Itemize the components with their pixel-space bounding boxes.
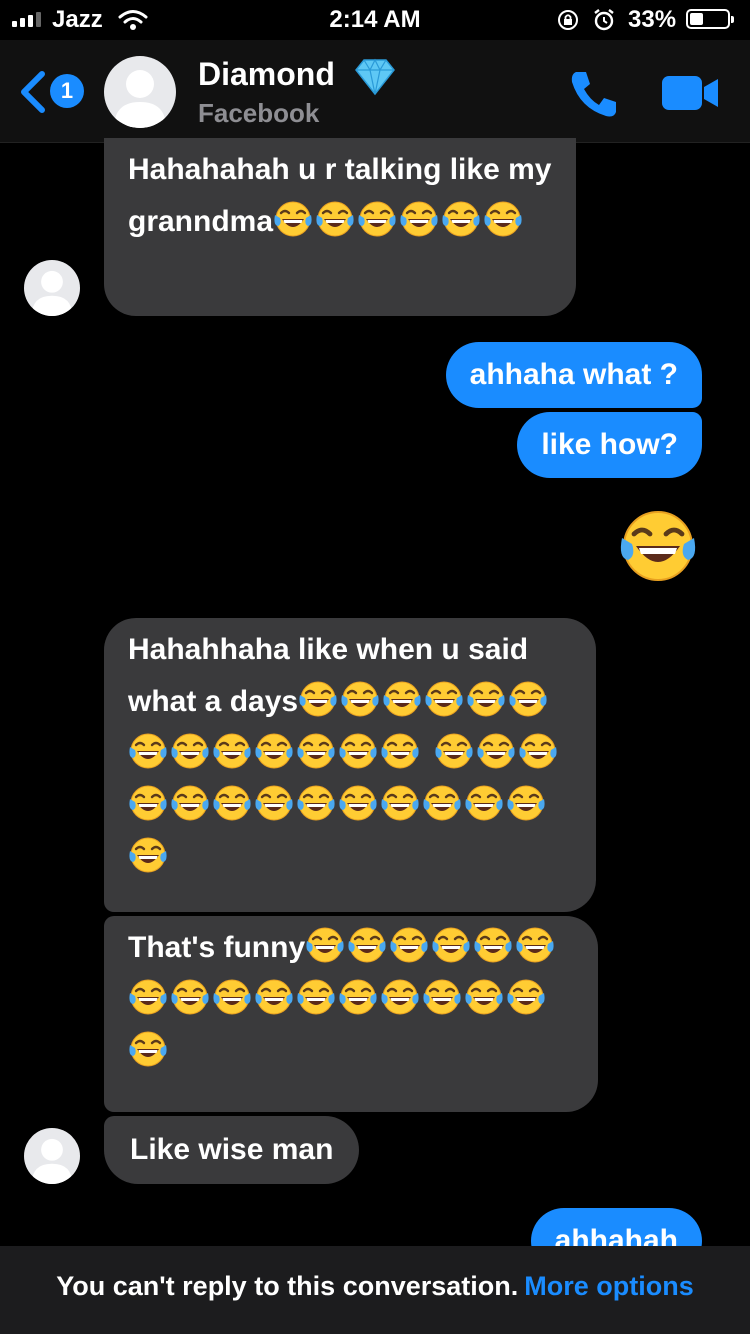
laughing-emoji-icon — [424, 679, 464, 719]
laughing-emoji-icon — [170, 731, 210, 771]
laughing-emoji-icon — [434, 731, 474, 771]
sender-avatar[interactable] — [24, 260, 80, 316]
laughing-emoji-icon — [128, 731, 168, 771]
laughing-emoji-icon — [212, 731, 252, 771]
laughing-emoji-icon — [382, 679, 422, 719]
laughing-emoji-icon — [305, 925, 345, 965]
back-chevron-icon[interactable] — [18, 70, 48, 114]
message-text: Like wise man — [130, 1133, 334, 1166]
laughing-emoji-icon — [338, 977, 378, 1017]
reply-disabled-notice: You can't reply to this conversation. — [56, 1271, 519, 1301]
laughing-emoji-icon — [399, 199, 439, 239]
more-options-link[interactable]: More options — [524, 1271, 694, 1301]
battery-icon — [686, 9, 734, 29]
laughing-emoji-icon — [347, 925, 387, 965]
laughing-emoji-icon[interactable] — [618, 506, 698, 586]
laughing-emoji-icon — [340, 679, 380, 719]
battery-percent: 33% — [628, 6, 677, 33]
message-bubble-incoming[interactable]: Like wise man — [104, 1116, 360, 1184]
laughing-emoji-icon — [298, 679, 338, 719]
unread-count-badge[interactable]: 1 — [50, 74, 84, 108]
message-text: like how? — [541, 428, 678, 461]
laughing-emoji-icon — [128, 835, 168, 875]
laugh-emoji-group — [273, 205, 525, 238]
message-text: That's funny — [128, 931, 306, 964]
message-bubble-outgoing[interactable]: ahhaha what ? — [445, 342, 702, 408]
message-bubble-incoming[interactable]: Hahahahah u r talking like my granndma — [104, 138, 576, 316]
message-text: ahhaha what ? — [469, 358, 678, 391]
laughing-emoji-icon — [380, 977, 420, 1017]
laughing-emoji-icon — [254, 977, 294, 1017]
contact-subtitle: Facebook — [198, 98, 320, 128]
laughing-emoji-icon — [380, 731, 420, 771]
laughing-emoji-icon — [296, 977, 336, 1017]
laughing-emoji-icon — [464, 977, 504, 1017]
laughing-emoji-icon — [473, 925, 513, 965]
laughing-emoji-icon — [128, 977, 168, 1017]
laughing-emoji-icon — [483, 199, 523, 239]
laughing-emoji-icon — [254, 783, 294, 823]
laughing-emoji-icon — [254, 731, 294, 771]
phone-icon[interactable] — [568, 68, 620, 120]
laughing-emoji-icon — [380, 783, 420, 823]
message-bubble-incoming[interactable]: That's funny — [104, 916, 598, 1112]
laughing-emoji-icon — [170, 783, 210, 823]
laughing-emoji-icon — [518, 731, 558, 771]
laughing-emoji-icon — [431, 925, 471, 965]
laughing-emoji-icon — [296, 731, 336, 771]
laughing-emoji-icon — [441, 199, 481, 239]
conversation-header: 1 Diamond Facebook — [0, 40, 750, 143]
contact-name[interactable]: Diamond — [198, 56, 335, 93]
laughing-emoji-icon — [508, 679, 548, 719]
laughing-emoji-icon — [296, 783, 336, 823]
laughing-emoji-icon — [338, 783, 378, 823]
laughing-emoji-icon — [464, 783, 504, 823]
laughing-emoji-icon — [476, 731, 516, 771]
diamond-icon — [355, 58, 395, 96]
avatar-placeholder-icon[interactable] — [104, 56, 176, 128]
laughing-emoji-icon — [128, 1029, 168, 1069]
laughing-emoji-icon — [212, 977, 252, 1017]
video-camera-icon[interactable] — [662, 74, 720, 112]
laughing-emoji-icon — [422, 783, 462, 823]
laughing-emoji-icon — [273, 199, 313, 239]
reply-disabled-footer: You can't reply to this conversation. Mor… — [0, 1246, 750, 1334]
laughing-emoji-icon — [389, 925, 429, 965]
alarm-icon — [594, 9, 614, 31]
laughing-emoji-icon — [170, 977, 210, 1017]
orientation-lock-icon — [558, 10, 578, 30]
laughing-emoji-icon — [338, 731, 378, 771]
status-bar: Jazz 2:14 AM 33% — [0, 0, 750, 40]
message-bubble-incoming[interactable]: Hahahhaha like when u said what a days — [104, 618, 596, 912]
laughing-emoji-icon — [422, 977, 462, 1017]
sender-avatar[interactable] — [24, 1128, 80, 1184]
laughing-emoji-icon — [212, 783, 252, 823]
message-bubble-outgoing[interactable]: like how? — [517, 412, 702, 478]
laughing-emoji-icon — [315, 199, 355, 239]
laughing-emoji-icon — [515, 925, 555, 965]
laughing-emoji-icon — [466, 679, 506, 719]
laughing-emoji-icon — [506, 977, 546, 1017]
laughing-emoji-icon — [506, 783, 546, 823]
laughing-emoji-icon — [128, 783, 168, 823]
laughing-emoji-icon — [357, 199, 397, 239]
